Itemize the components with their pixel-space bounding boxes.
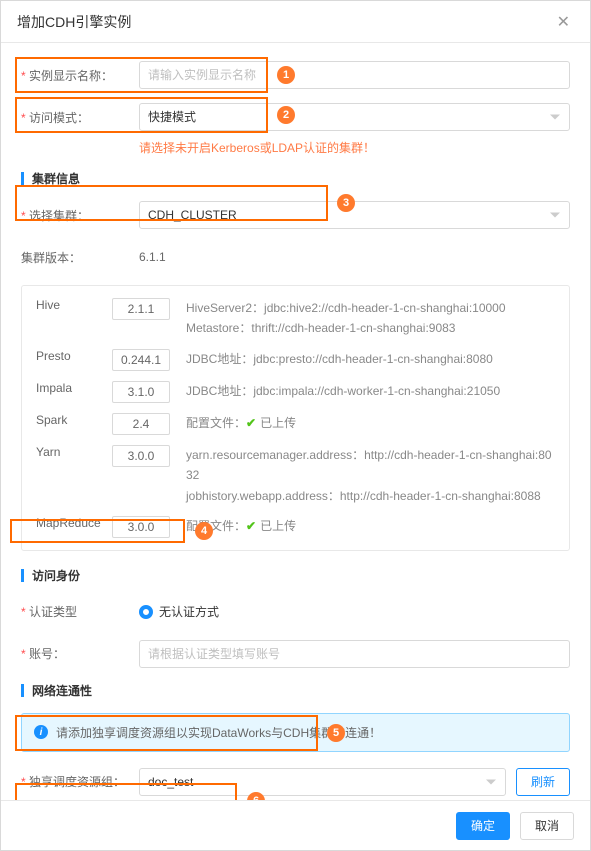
hive-version: 2.1.1 — [112, 298, 170, 320]
component-impala: Impala 3.1.0 JDBC地址：jdbc:impala://cdh-wo… — [36, 381, 555, 403]
label-instance-name: 实例显示名称： — [21, 67, 139, 84]
hive-name: Hive — [36, 298, 112, 312]
row-auth-type: 认证类型 无认证方式 — [21, 598, 570, 626]
presto-name: Presto — [36, 349, 112, 363]
row-access-mode: 访问模式： 快捷模式 — [21, 103, 570, 131]
cluster-components-box: Hive 2.1.1 HiveServer2：jdbc:hive2://cdh-… — [21, 285, 570, 551]
auth-type-value: 无认证方式 — [159, 603, 219, 620]
component-yarn: Yarn 3.0.0 yarn.resourcemanager.address：… — [36, 445, 555, 506]
spark-desc-label: 配置文件： — [186, 416, 246, 430]
annotation-badge-4: 4 — [195, 522, 213, 540]
cancel-button[interactable]: 取消 — [520, 812, 574, 840]
label-account: 账号： — [21, 645, 139, 662]
resource-group-select[interactable]: doc_test — [139, 768, 506, 796]
yarn-desc-1: yarn.resourcemanager.address：http://cdh-… — [186, 445, 555, 486]
component-presto: Presto 0.244.1 JDBC地址：jdbc:presto://cdh-… — [36, 349, 555, 371]
yarn-desc-2: jobhistory.webapp.address：http://cdh-hea… — [186, 486, 555, 506]
yarn-version: 3.0.0 — [112, 445, 170, 467]
ok-button[interactable]: 确定 — [456, 812, 510, 840]
component-spark: Spark 2.4 配置文件：✔ 已上传 — [36, 413, 555, 435]
spark-uploaded: 已上传 — [260, 416, 296, 430]
label-select-cluster: 选择集群： — [21, 207, 139, 224]
instance-name-input[interactable] — [139, 61, 570, 89]
hive-desc-1: HiveServer2：jdbc:hive2://cdh-header-1-cn… — [186, 298, 555, 318]
access-mode-hint: 请选择未开启Kerberos或LDAP认证的集群！ — [139, 139, 570, 156]
hive-desc: HiveServer2：jdbc:hive2://cdh-header-1-cn… — [186, 298, 555, 339]
component-hive: Hive 2.1.1 HiveServer2：jdbc:hive2://cdh-… — [36, 298, 555, 339]
presto-desc: JDBC地址：jdbc:presto://cdh-header-1-cn-sha… — [186, 349, 555, 369]
account-input[interactable] — [139, 640, 570, 668]
cluster-version-value: 6.1.1 — [139, 250, 166, 264]
section-network: 网络连通性 — [21, 682, 570, 699]
modal-dialog: 增加CDH引擎实例 ✕ 1 2 3 4 5 6 实例显示名称： 访问模式： 快捷… — [0, 0, 591, 851]
label-access-mode: 访问模式： — [21, 109, 139, 126]
annotation-badge-2: 2 — [277, 106, 295, 124]
impala-desc: JDBC地址：jdbc:impala://cdh-worker-1-cn-sha… — [186, 381, 555, 401]
modal-title: 增加CDH引擎实例 — [17, 12, 131, 32]
row-resource-group: 独享调度资源组： doc_test 刷新 — [21, 768, 570, 796]
impala-name: Impala — [36, 381, 112, 395]
check-icon: ✔ — [246, 519, 256, 533]
yarn-name: Yarn — [36, 445, 112, 459]
section-identity: 访问身份 — [21, 567, 570, 584]
radio-icon — [139, 605, 153, 619]
info-icon: i — [34, 725, 48, 739]
row-cluster-version: 集群版本： 6.1.1 — [21, 243, 570, 271]
impala-version: 3.1.0 — [112, 381, 170, 403]
label-cluster-version: 集群版本： — [21, 249, 139, 266]
section-cluster-info: 集群信息 — [21, 170, 570, 187]
annotation-badge-5: 5 — [327, 724, 345, 742]
modal-body[interactable]: 1 2 3 4 5 6 实例显示名称： 访问模式： 快捷模式 请选择未开启Ker… — [1, 43, 590, 800]
refresh-button[interactable]: 刷新 — [516, 768, 570, 796]
annotation-badge-3: 3 — [337, 194, 355, 212]
spark-desc: 配置文件：✔ 已上传 — [186, 413, 555, 433]
spark-version: 2.4 — [112, 413, 170, 435]
row-select-cluster: 选择集群： CDH_CLUSTER — [21, 201, 570, 229]
mapreduce-version: 3.0.0 — [112, 516, 170, 538]
label-resource-group: 独享调度资源组： — [21, 773, 139, 790]
access-mode-select[interactable]: 快捷模式 — [139, 103, 570, 131]
close-icon[interactable]: ✕ — [553, 8, 574, 36]
network-alert: i 请添加独享调度资源组以实现DataWorks与CDH集群的连通！ — [21, 713, 570, 752]
mapreduce-desc: 配置文件：✔已上传 — [186, 516, 555, 536]
annotation-badge-1: 1 — [277, 66, 295, 84]
presto-version: 0.244.1 — [112, 349, 170, 371]
auth-type-radio[interactable]: 无认证方式 — [139, 603, 219, 620]
yarn-desc: yarn.resourcemanager.address：http://cdh-… — [186, 445, 555, 506]
check-icon: ✔ — [246, 416, 256, 430]
row-account: 账号： — [21, 640, 570, 668]
mapreduce-name: MapReduce — [36, 516, 112, 530]
row-instance-name: 实例显示名称： — [21, 61, 570, 89]
spark-name: Spark — [36, 413, 112, 427]
modal-header: 增加CDH引擎实例 ✕ — [1, 1, 590, 43]
hive-desc-2: Metastore：thrift://cdh-header-1-cn-shang… — [186, 318, 555, 338]
component-mapreduce: MapReduce 3.0.0 配置文件：✔已上传 — [36, 516, 555, 538]
modal-footer: 确定 取消 — [1, 800, 590, 850]
mapreduce-uploaded: 已上传 — [260, 519, 296, 533]
label-auth-type: 认证类型 — [21, 603, 139, 620]
